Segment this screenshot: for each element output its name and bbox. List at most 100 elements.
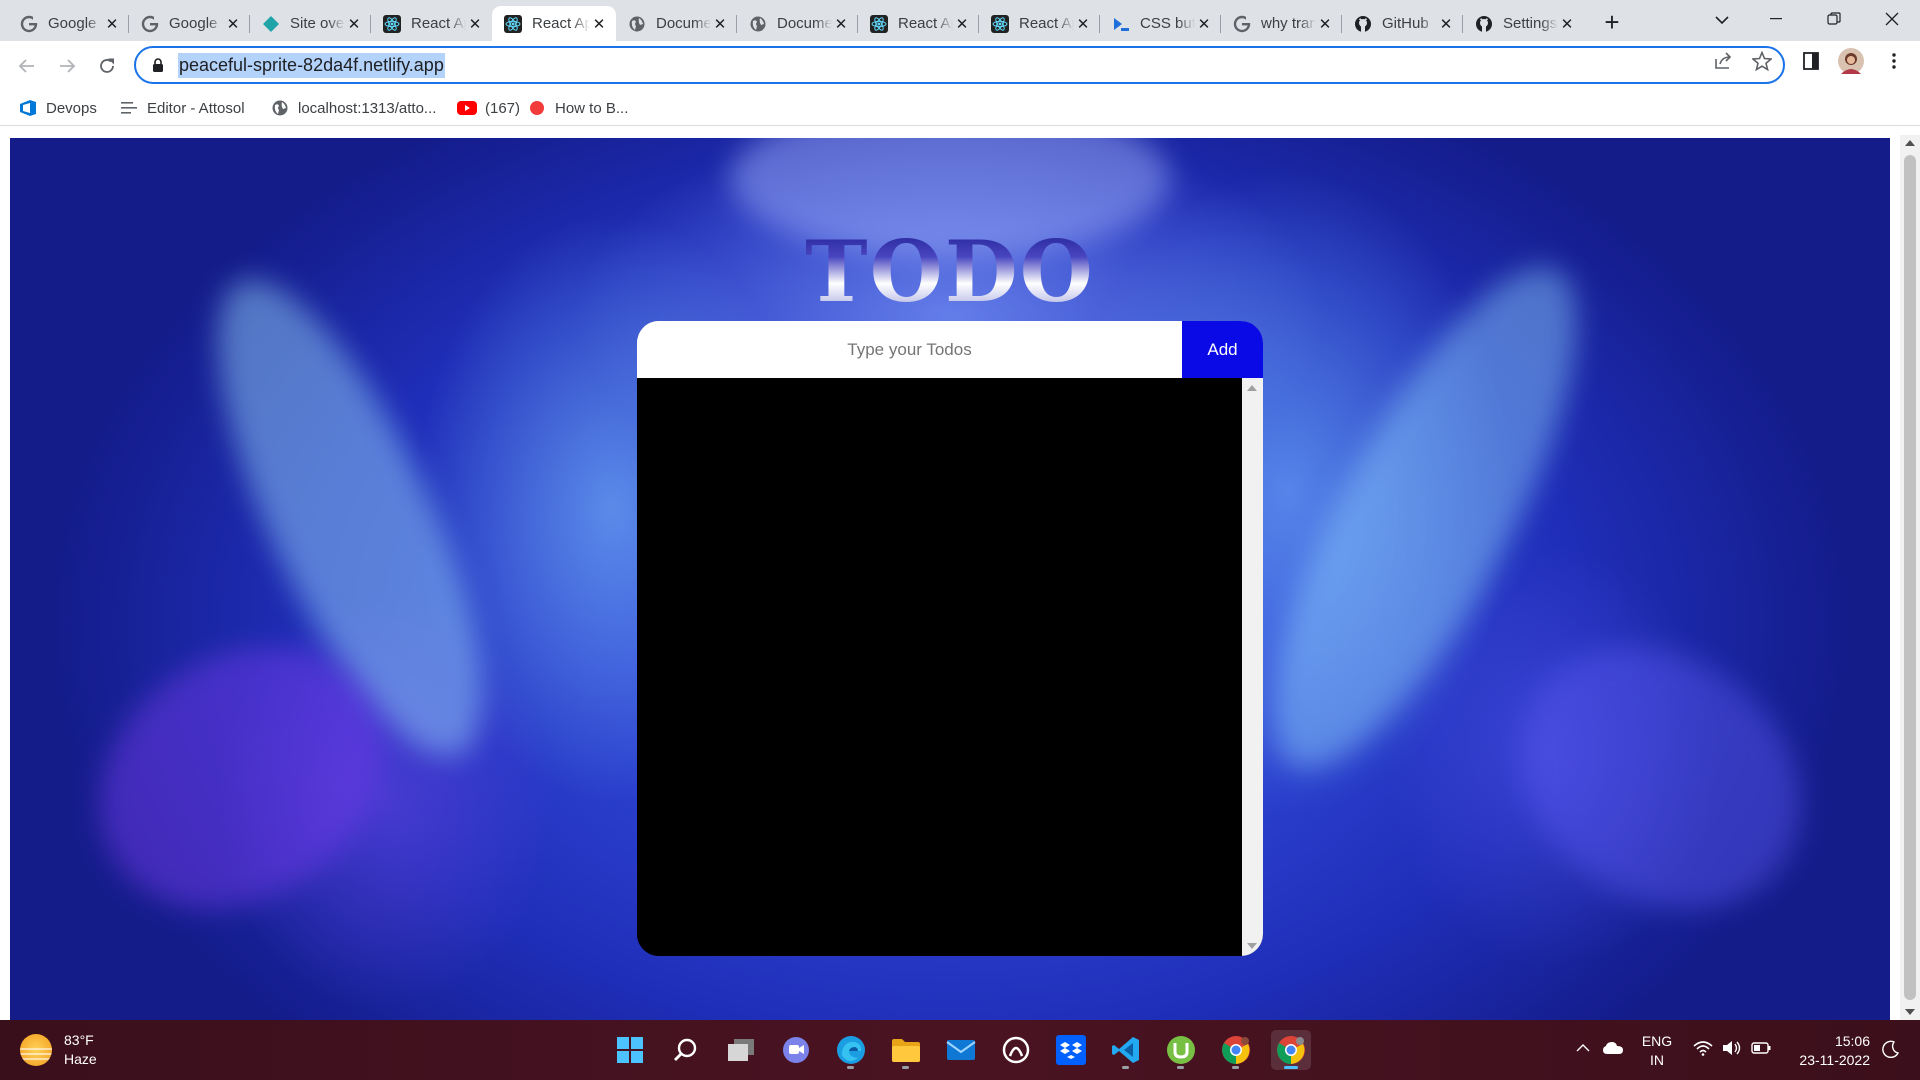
globe-icon [270,98,290,118]
tab-document-1[interactable]: Document ✕ [616,6,737,41]
file-explorer-button[interactable] [886,1030,926,1070]
tab-site-overview[interactable]: Site overview ✕ [250,6,371,41]
volume-icon [1723,1041,1741,1055]
reload-button[interactable] [91,50,123,82]
wifi-button[interactable] [1692,1038,1714,1058]
task-view-button[interactable] [721,1030,761,1070]
battery-button[interactable] [1750,1038,1772,1058]
tab-title: React App [1019,15,1074,32]
dropbox-button[interactable] [1051,1030,1091,1070]
scroll-up-arrow-icon[interactable] [1905,140,1915,146]
profile-button[interactable] [1837,47,1865,75]
volume-button[interactable] [1721,1038,1743,1058]
weather-widget[interactable]: 83°F Haze [20,1030,97,1070]
forward-button[interactable] [51,50,83,82]
edge-button[interactable] [831,1030,871,1070]
restore-icon [1827,12,1841,25]
menu-button[interactable] [1880,47,1908,75]
url-text[interactable]: peaceful-sprite-82da4f.netlify.app [178,52,445,78]
running-indicator [1177,1066,1184,1069]
page-scrollbar[interactable] [1900,135,1920,1020]
close-icon[interactable]: ✕ [466,15,484,33]
close-icon[interactable]: ✕ [1074,15,1092,33]
close-icon[interactable]: ✕ [953,15,971,33]
notification-button[interactable] [1880,1038,1902,1060]
netlify-icon [262,15,280,33]
tab-title: React App [898,15,953,32]
close-icon[interactable]: ✕ [1316,15,1334,33]
chrome-icon [1222,1036,1250,1064]
tab-github[interactable]: GitHub ✕ [1342,6,1463,41]
bookmark-editor-attosol[interactable]: Editor - Attosol [119,96,245,120]
close-icon[interactable]: ✕ [224,15,242,33]
chrome-button-2[interactable] [1271,1030,1311,1070]
close-icon[interactable]: ✕ [1437,15,1455,33]
bookmark-localhost[interactable]: localhost:1313/atto... [270,96,436,120]
bookmark-how-to[interactable]: How to B... [527,96,628,120]
taskbar-search-button[interactable] [666,1030,706,1070]
scroll-up-arrow-icon[interactable] [1247,385,1257,391]
add-todo-button[interactable]: Add [1182,321,1263,378]
back-button[interactable] [11,50,43,82]
tab-title: CSS button [1140,15,1195,32]
more-vert-icon [1892,53,1896,69]
tab-react-app-active[interactable]: React App ✕ [492,6,616,41]
bookmark-label: Devops [46,99,97,117]
share-icon [1715,52,1732,69]
tab-react-app-3[interactable]: React App ✕ [979,6,1100,41]
list-icon [119,98,139,118]
onedrive-button[interactable] [1601,1038,1625,1058]
mail-button[interactable] [941,1030,981,1070]
scroll-down-arrow-icon[interactable] [1905,1009,1915,1015]
bookmark-star-button[interactable] [1748,47,1776,75]
language-line2: IN [1650,1052,1664,1068]
azure-icon [1112,15,1130,33]
new-tab-button[interactable]: + [1598,7,1626,37]
todo-list-scrollbar[interactable] [1242,378,1263,956]
github-icon [1475,15,1493,33]
close-icon[interactable]: ✕ [590,15,608,33]
vscode-button[interactable] [1106,1030,1146,1070]
show-hidden-icons-button[interactable] [1574,1038,1592,1058]
bookmark-devops[interactable]: Devops [18,96,97,120]
arrow-right-icon [60,59,76,73]
restore-button[interactable] [1806,0,1862,38]
minimize-button[interactable] [1748,0,1804,38]
close-icon[interactable]: ✕ [345,15,363,33]
chrome-button-1[interactable] [1216,1030,1256,1070]
todo-input[interactable] [637,321,1182,378]
globe-icon [628,15,646,33]
tab-google-2[interactable]: Google ✕ [129,6,250,41]
side-panel-button[interactable] [1797,47,1825,75]
start-button[interactable] [610,1030,650,1070]
search-icon [674,1038,697,1061]
tab-why-transform[interactable]: why transform ✕ [1221,6,1342,41]
utorrent-button[interactable] [1161,1030,1201,1070]
bookmark-youtube[interactable]: (167) [457,96,520,120]
share-button[interactable] [1709,47,1737,75]
close-icon[interactable]: ✕ [832,15,850,33]
scroll-down-arrow-icon[interactable] [1247,943,1257,949]
close-icon[interactable]: ✕ [711,15,729,33]
tab-search-button[interactable] [1708,6,1736,34]
close-icon[interactable]: ✕ [103,15,121,33]
close-icon[interactable]: ✕ [1558,15,1576,33]
tab-document-2[interactable]: Document ✕ [737,6,858,41]
bookmark-label: Editor - Attosol [147,99,245,117]
weather-text: 83°F Haze [64,1031,97,1069]
app-button[interactable] [996,1030,1036,1070]
language-indicator[interactable]: ENG IN [1640,1032,1674,1070]
tab-css-button[interactable]: CSS button ✕ [1100,6,1221,41]
address-bar[interactable]: peaceful-sprite-82da4f.netlify.app [134,46,1785,84]
tab-react-app-1[interactable]: React App ✕ [371,6,492,41]
teams-chat-button[interactable] [776,1030,816,1070]
scrollbar-thumb[interactable] [1904,155,1916,1000]
tab-title: React App [532,15,590,32]
clock[interactable]: 15:06 23-11-2022 [1790,1032,1870,1070]
tab-react-app-2[interactable]: React App ✕ [858,6,979,41]
close-window-button[interactable] [1864,0,1920,38]
tab-settings[interactable]: Settings ✕ [1463,6,1584,41]
tab-google-1[interactable]: Google ✕ [8,6,129,41]
close-icon[interactable]: ✕ [1195,15,1213,33]
todo-list [637,378,1242,956]
